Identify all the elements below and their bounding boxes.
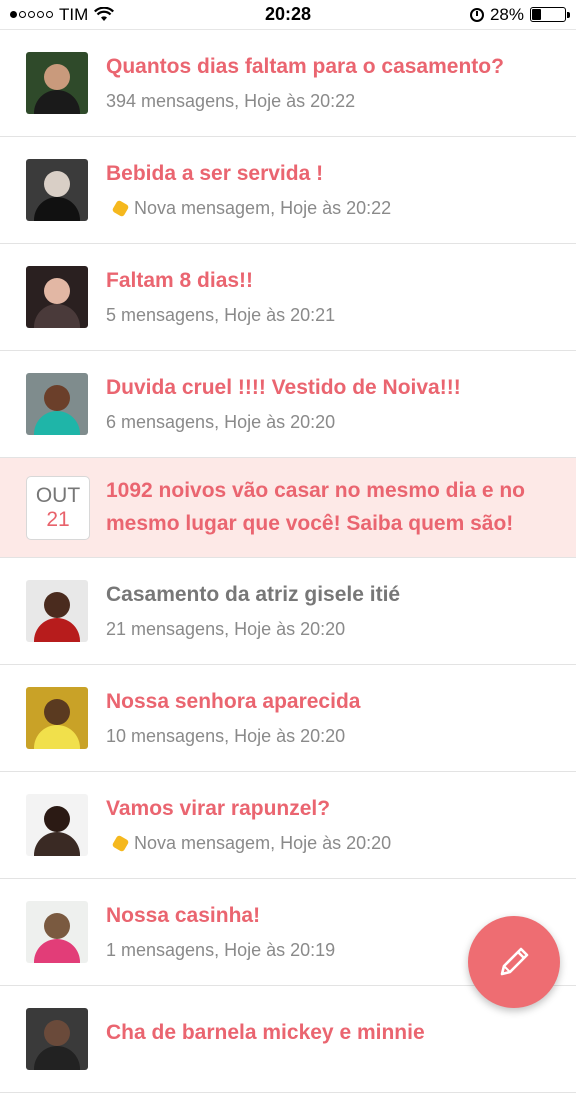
- avatar: [26, 373, 88, 435]
- battery-percent: 28%: [489, 4, 524, 24]
- thread-content: Vamos virar rapunzel? Nova mensagem, Hoje…: [106, 796, 576, 854]
- date-badge: OUT 21: [26, 475, 90, 540]
- thread-meta: 21 mensagens, Hoje às 20:20: [106, 619, 576, 640]
- avatar: [26, 687, 88, 749]
- thread-content: Faltam 8 dias!! 5 mensagens, Hoje às 20:2…: [106, 268, 576, 326]
- thread-title: Quantos dias faltam para o casamento?: [106, 54, 504, 78]
- ad-title: 1092 noivos vão casar no mesmo dia e no …: [106, 478, 526, 535]
- avatar: [26, 266, 88, 328]
- thread-title: Cha de barnela mickey e minnie: [106, 1021, 425, 1045]
- signal-strength-icon: [10, 11, 53, 18]
- pencil-icon: [500, 947, 529, 976]
- thread-item[interactable]: Bebida a ser servida ! Nova mensagem, Hoj…: [0, 137, 576, 244]
- wifi-icon: [94, 7, 115, 21]
- thread-item[interactable]: Faltam 8 dias!! 5 mensagens, Hoje às 20:2…: [0, 244, 576, 351]
- ad-banner[interactable]: OUT 21 1092 noivos vão casar no mesmo di…: [0, 458, 576, 558]
- date-month: OUT: [35, 484, 81, 508]
- thread-meta-text: 21 mensagens, Hoje às 20:20: [106, 619, 346, 640]
- new-message-icon: [111, 834, 130, 853]
- thread-meta: Nova mensagem, Hoje às 20:22: [106, 198, 576, 219]
- thread-item[interactable]: Vamos virar rapunzel? Nova mensagem, Hoje…: [0, 772, 576, 879]
- carrier-name: TIM: [59, 4, 89, 24]
- thread-item[interactable]: Quantos dias faltam para o casamento? 394…: [0, 30, 576, 137]
- thread-meta-text: Nova mensagem, Hoje às 20:22: [134, 198, 392, 219]
- thread-meta-text: 6 mensagens, Hoje às 20:20: [106, 412, 336, 433]
- thread-title: Nossa senhora aparecida: [106, 689, 361, 713]
- avatar: [26, 794, 88, 856]
- thread-content: Cha de barnela mickey e minnie: [106, 1020, 576, 1057]
- avatar: [26, 1008, 88, 1070]
- thread-meta-text: 1 mensagens, Hoje às 20:19: [106, 940, 336, 961]
- thread-meta: 10 mensagens, Hoje às 20:20: [106, 726, 576, 747]
- status-bar: TIM 20:28 28%: [0, 0, 576, 30]
- thread-meta-text: 5 mensagens, Hoje às 20:21: [106, 305, 336, 326]
- status-left: TIM: [10, 4, 115, 25]
- alarm-icon: [469, 7, 484, 22]
- avatar: [26, 580, 88, 642]
- thread-item[interactable]: Nossa senhora aparecida 10 mensagens, Hoj…: [0, 665, 576, 772]
- thread-meta-text: 394 mensagens, Hoje às 20:22: [106, 91, 356, 112]
- thread-item[interactable]: Casamento da atriz gisele itié 21 mensage…: [0, 558, 576, 665]
- battery-icon: [530, 7, 570, 22]
- date-day: 21: [46, 507, 70, 531]
- thread-meta: 394 mensagens, Hoje às 20:22: [106, 91, 576, 112]
- thread-title: Bebida a ser servida !: [106, 161, 324, 185]
- thread-content: Bebida a ser servida ! Nova mensagem, Hoj…: [106, 161, 576, 219]
- thread-meta: Nova mensagem, Hoje às 20:20: [106, 833, 576, 854]
- compose-button[interactable]: [468, 916, 560, 1008]
- thread-meta-text: 10 mensagens, Hoje às 20:20: [106, 726, 346, 747]
- thread-meta: 6 mensagens, Hoje às 20:20: [106, 412, 576, 433]
- new-message-icon: [111, 199, 130, 218]
- avatar: [26, 159, 88, 221]
- thread-title: Faltam 8 dias!!: [106, 268, 254, 292]
- ad-content: 1092 noivos vão casar no mesmo dia e no …: [106, 475, 576, 540]
- thread-meta-text: Nova mensagem, Hoje às 20:20: [134, 833, 392, 854]
- thread-title: Duvida cruel !!!! Vestido de Noiva!!!: [106, 375, 461, 399]
- thread-content: Casamento da atriz gisele itié 21 mensage…: [106, 582, 576, 640]
- avatar: [26, 901, 88, 963]
- status-right: 28%: [469, 4, 570, 25]
- thread-title: Vamos virar rapunzel?: [106, 796, 331, 820]
- thread-content: Nossa senhora aparecida 10 mensagens, Hoj…: [106, 689, 576, 747]
- clock: 20:28: [264, 4, 312, 24]
- thread-item[interactable]: Duvida cruel !!!! Vestido de Noiva!!! 6 m…: [0, 351, 576, 458]
- thread-meta: 5 mensagens, Hoje às 20:21: [106, 305, 576, 326]
- thread-content: Quantos dias faltam para o casamento? 394…: [106, 54, 576, 112]
- avatar: [26, 52, 88, 114]
- thread-content: Duvida cruel !!!! Vestido de Noiva!!! 6 m…: [106, 375, 576, 433]
- thread-item[interactable]: Cha de barnela mickey e minnie: [0, 986, 576, 1093]
- thread-title: Casamento da atriz gisele itié: [106, 582, 401, 606]
